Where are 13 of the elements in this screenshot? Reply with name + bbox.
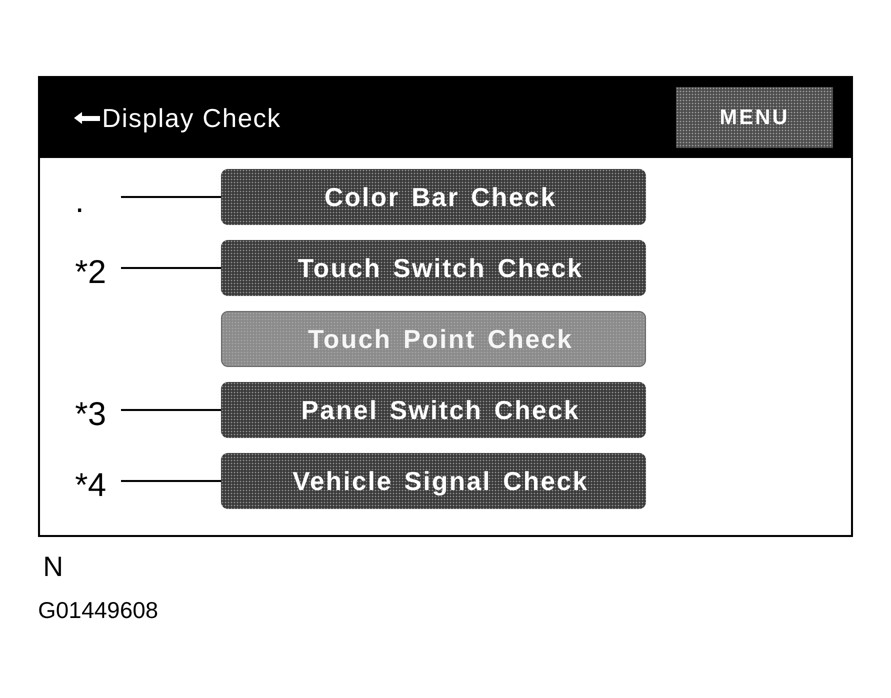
figure-label: N: [43, 553, 64, 581]
callout-label: .: [75, 184, 86, 216]
check-button[interactable]: Touch Switch Check: [221, 240, 646, 296]
check-button[interactable]: Vehicle Signal Check: [221, 453, 646, 509]
screen-title: Display Check: [102, 105, 282, 131]
back-arrow-icon[interactable]: [74, 111, 100, 125]
check-button[interactable]: Panel Switch Check: [221, 382, 646, 438]
menu-button[interactable]: MENU: [676, 87, 833, 148]
callout-label: *3: [75, 396, 108, 430]
figure-id: G01449608: [38, 599, 158, 622]
callout-label: *2: [75, 254, 108, 288]
check-button[interactable]: Color Bar Check: [221, 169, 646, 225]
callout-label: *4: [75, 468, 108, 500]
